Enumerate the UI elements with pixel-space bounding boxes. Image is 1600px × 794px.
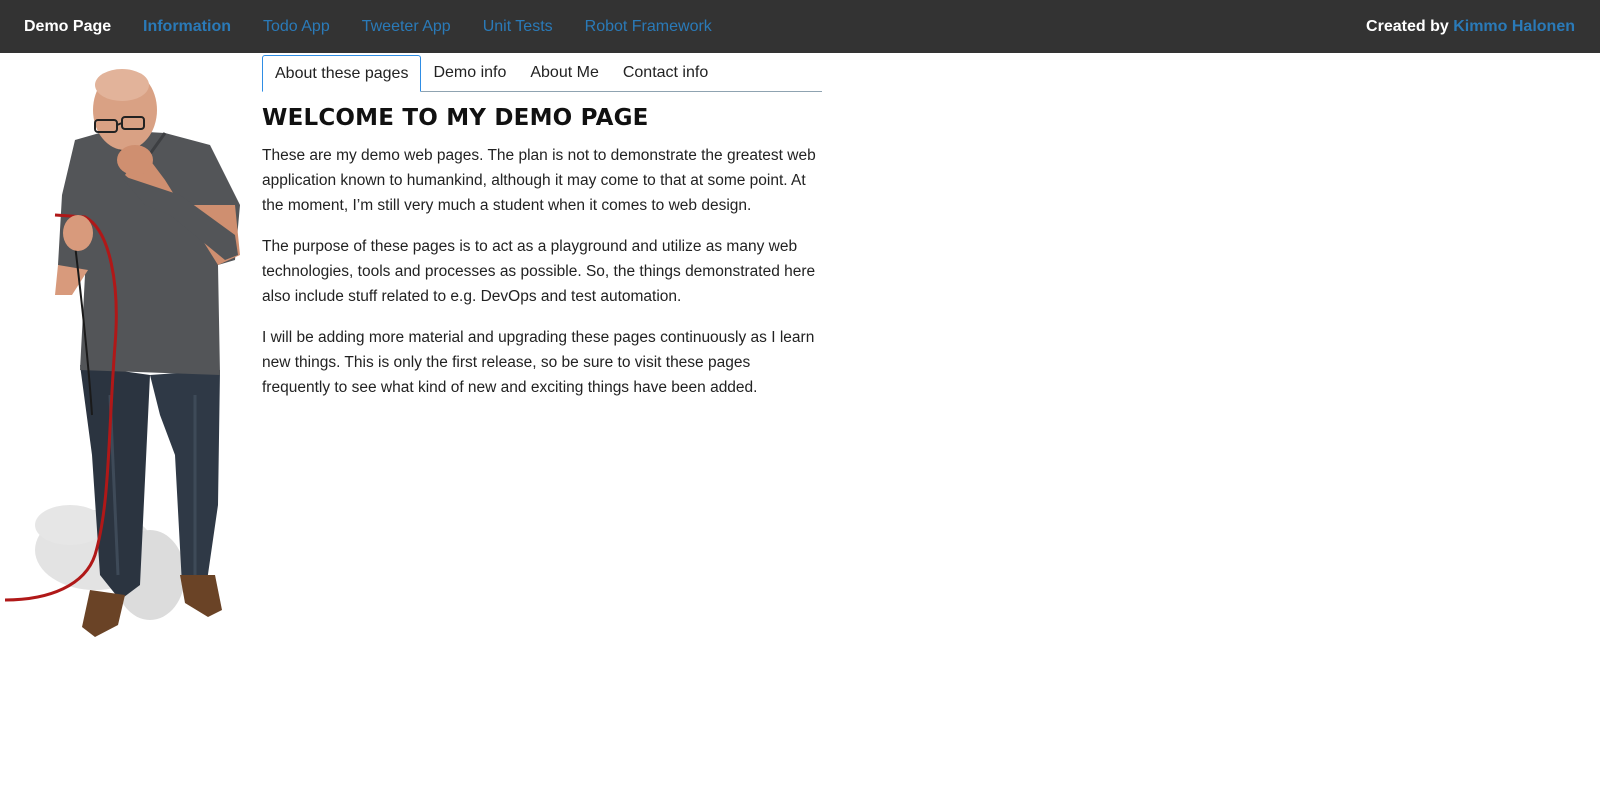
nav-links: Information Todo App Tweeter App Unit Te… <box>143 0 744 53</box>
main-content: About these pages Demo info About Me Con… <box>262 55 822 416</box>
nav-link-todo-app[interactable]: Todo App <box>263 0 330 53</box>
tab-about-these-pages[interactable]: About these pages <box>262 55 422 92</box>
nav-link-tweeter-app[interactable]: Tweeter App <box>362 0 451 53</box>
nav-link-information[interactable]: Information <box>143 0 231 53</box>
brand-link[interactable]: Demo Page <box>24 0 111 53</box>
created-by: Created by Kimmo Halonen <box>1366 0 1575 53</box>
nav-link-unit-tests[interactable]: Unit Tests <box>483 0 553 53</box>
nav-link-robot-framework[interactable]: Robot Framework <box>585 0 712 53</box>
intro-paragraph-2: The purpose of these pages is to act as … <box>262 238 816 305</box>
intro-paragraph-3: I will be adding more material and upgra… <box>262 329 815 396</box>
tab-contact-info[interactable]: Contact info <box>611 55 720 90</box>
tab-about-me[interactable]: About Me <box>518 55 610 90</box>
tab-bar: About these pages Demo info About Me Con… <box>262 55 822 92</box>
author-portrait-image <box>4 69 240 637</box>
intro-paragraph-1: These are my demo web pages. The plan is… <box>262 147 816 214</box>
page-heading: WELCOME TO MY DEMO PAGE <box>262 105 649 131</box>
created-by-prefix: Created by <box>1366 18 1449 35</box>
author-link[interactable]: Kimmo Halonen <box>1453 18 1575 35</box>
top-navbar: Demo Page Information Todo App Tweeter A… <box>0 0 1600 53</box>
tab-demo-info[interactable]: Demo info <box>421 55 518 90</box>
